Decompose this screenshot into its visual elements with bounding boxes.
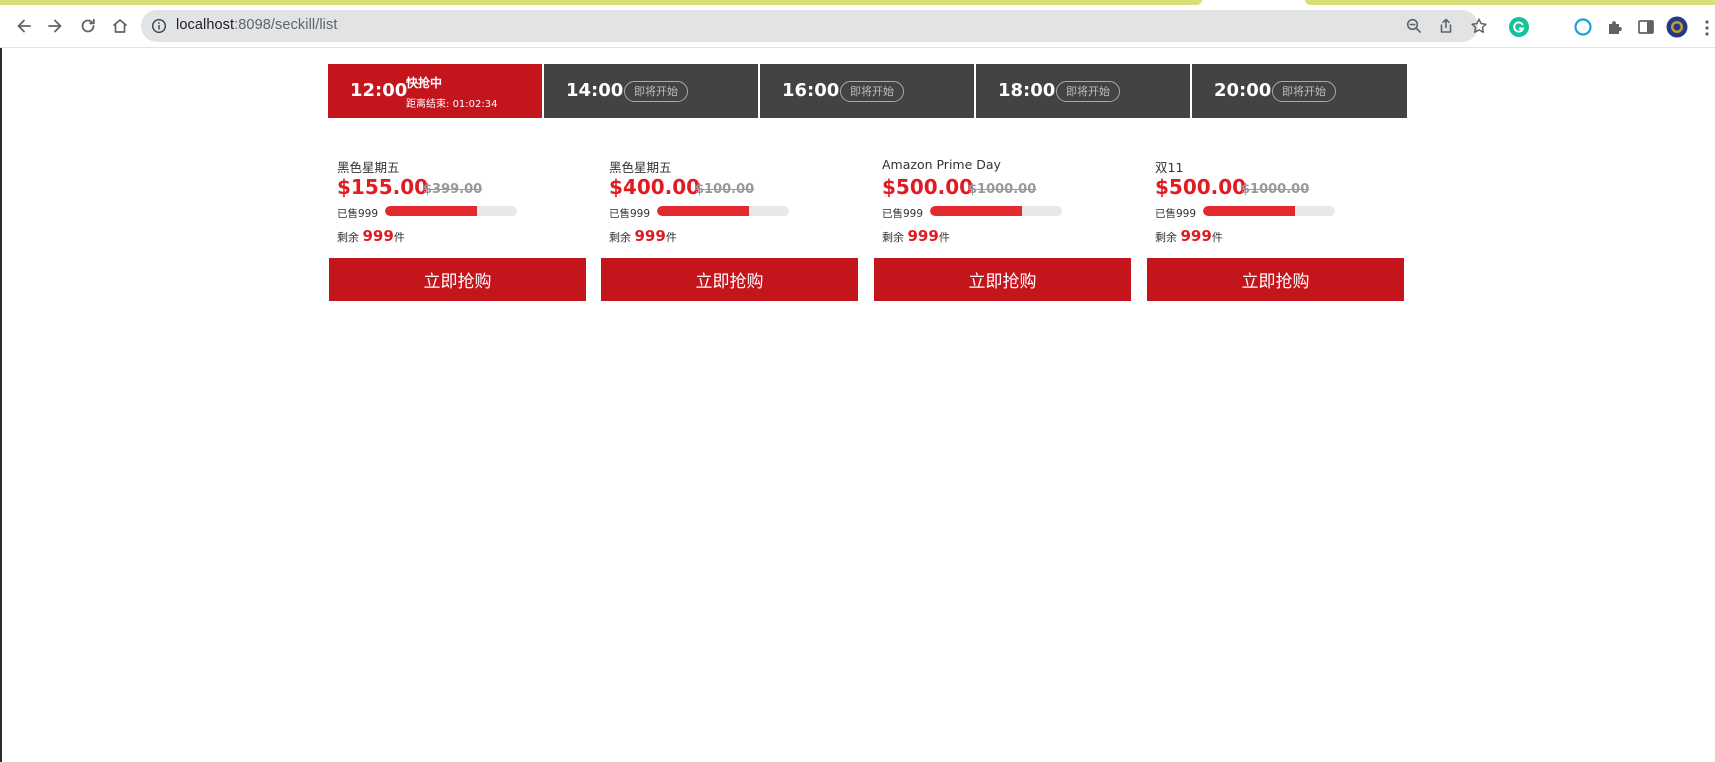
- zoom-icon[interactable]: [1405, 17, 1423, 35]
- original-price: $1000.00: [1241, 182, 1310, 197]
- time-slot[interactable]: 18:00 即将开始: [976, 64, 1190, 118]
- slot-status: 快抢中: [406, 76, 443, 90]
- buy-now-button[interactable]: 立即抢购: [874, 258, 1131, 301]
- window-edge: [0, 48, 2, 762]
- slot-badge: 即将开始: [840, 81, 904, 102]
- bookmark-star-icon[interactable]: [1470, 17, 1488, 35]
- original-price: $399.00: [423, 182, 483, 197]
- original-price: $100.00: [695, 182, 755, 197]
- product-card: 黑色星期五 $155.00 $399.00 已售999 剩余 999件 立即抢购: [328, 150, 586, 302]
- time-slot-active[interactable]: 12:00 快抢中 距离结束: 01:02:34: [328, 64, 542, 118]
- sale-price: $155.00: [337, 175, 429, 199]
- product-name: 黑色星期五: [337, 160, 400, 175]
- side-panel-icon[interactable]: [1635, 16, 1657, 38]
- product-card: 双11 $500.00 $1000.00 已售999 剩余 999件 立即抢购: [1146, 150, 1404, 302]
- product-name: 黑色星期五: [609, 160, 672, 175]
- countdown-text: 距离结束: 01:02:34: [406, 99, 498, 110]
- slot-badge: 即将开始: [1056, 81, 1120, 102]
- browser-toolbar: localhost:8098/seckill/list: [0, 5, 1715, 48]
- profile-avatar-icon[interactable]: [1666, 16, 1688, 38]
- remaining-stock: 剩余 999件: [337, 227, 405, 245]
- product-card: 黑色星期五 $400.00 $100.00 已售999 剩余 999件 立即抢购: [600, 150, 858, 302]
- progress-fill: [930, 206, 1023, 216]
- slot-time: 14:00: [566, 80, 624, 101]
- home-icon[interactable]: [107, 13, 133, 39]
- site-info-icon[interactable]: [151, 18, 167, 34]
- product-card: Amazon Prime Day $500.00 $1000.00 已售999 …: [873, 150, 1131, 302]
- url-text: localhost:8098/seckill/list: [176, 17, 338, 33]
- slot-badge: 即将开始: [1272, 81, 1336, 102]
- slot-badge: 即将开始: [624, 81, 688, 102]
- progress-fill: [1203, 206, 1296, 216]
- sold-count: 已售999: [1155, 208, 1197, 220]
- time-slot[interactable]: 14:00 即将开始: [544, 64, 758, 118]
- buy-now-button[interactable]: 立即抢购: [329, 258, 586, 301]
- progress-fill: [385, 206, 478, 216]
- grammarly-extension-icon[interactable]: [1508, 16, 1530, 38]
- sale-price: $500.00: [882, 175, 974, 199]
- sale-price: $500.00: [1155, 175, 1247, 199]
- slot-time: 20:00: [1214, 80, 1272, 101]
- buy-now-button[interactable]: 立即抢购: [601, 258, 858, 301]
- browser-menu-icon[interactable]: [1704, 19, 1710, 37]
- slot-time: 12:00: [350, 80, 408, 101]
- back-icon[interactable]: [11, 13, 37, 39]
- sold-progress-bar: [1203, 206, 1335, 216]
- original-price: $1000.00: [968, 182, 1037, 197]
- time-slot[interactable]: 16:00 即将开始: [760, 64, 974, 118]
- remaining-stock: 剩余 999件: [1155, 227, 1223, 245]
- remaining-stock: 剩余 999件: [609, 227, 677, 245]
- remaining-stock: 剩余 999件: [882, 227, 950, 245]
- product-name: 双11: [1155, 160, 1184, 175]
- seckill-time-bar: 12:00 快抢中 距离结束: 01:02:34 14:00 即将开始 16:0…: [328, 64, 1407, 118]
- sold-count: 已售999: [609, 208, 651, 220]
- sold-count: 已售999: [337, 208, 379, 220]
- extensions-puzzle-icon[interactable]: [1604, 16, 1626, 38]
- sold-progress-bar: [385, 206, 517, 216]
- product-name: Amazon Prime Day: [882, 157, 1001, 172]
- sold-count: 已售999: [882, 208, 924, 220]
- progress-fill: [657, 206, 750, 216]
- sold-progress-bar: [657, 206, 789, 216]
- circle-extension-icon[interactable]: [1572, 16, 1594, 38]
- buy-now-button[interactable]: 立即抢购: [1147, 258, 1404, 301]
- slot-time: 18:00: [998, 80, 1056, 101]
- forward-icon[interactable]: [42, 13, 68, 39]
- slot-time: 16:00: [782, 80, 840, 101]
- sold-progress-bar: [930, 206, 1062, 216]
- reload-icon[interactable]: [75, 13, 101, 39]
- sale-price: $400.00: [609, 175, 701, 199]
- share-icon[interactable]: [1437, 17, 1455, 35]
- address-bar[interactable]: localhost:8098/seckill/list: [141, 10, 1487, 42]
- time-slot[interactable]: 20:00 即将开始: [1192, 64, 1407, 118]
